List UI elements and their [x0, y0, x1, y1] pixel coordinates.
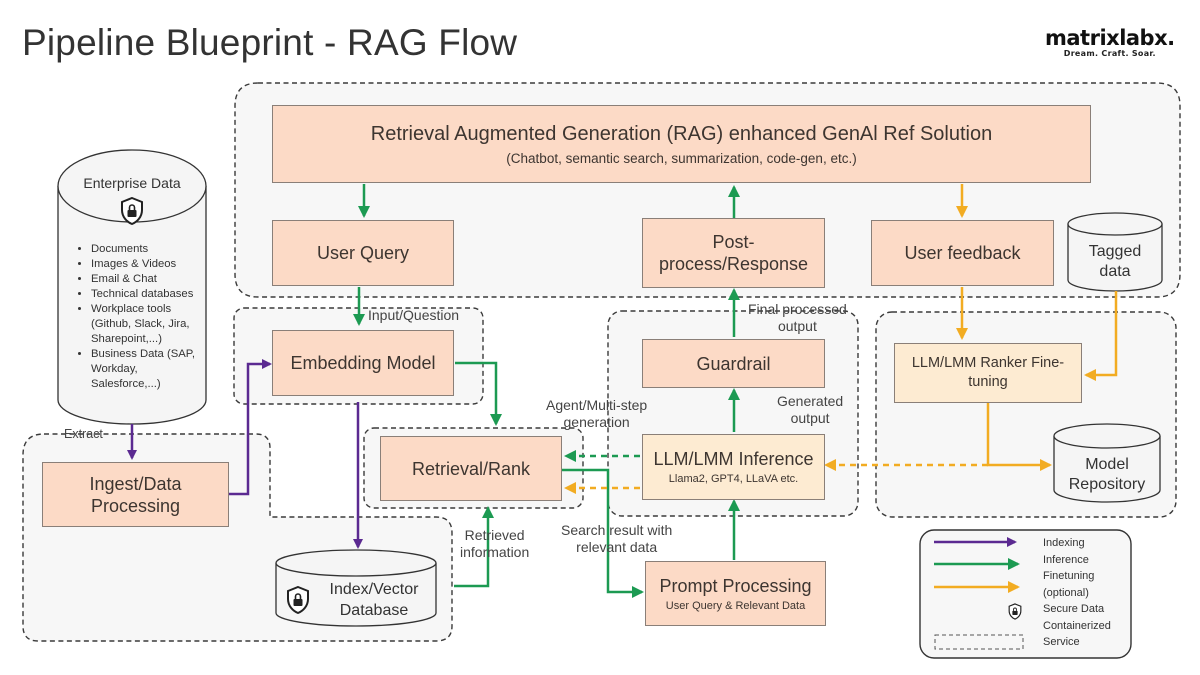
- ingest-box: Ingest/Data Processing: [42, 462, 229, 527]
- index-db-line2: Database: [339, 602, 409, 619]
- tagged-data-line1: Tagged: [1088, 243, 1142, 260]
- legend-labels: Indexing Inference Finetuning (optional)…: [1043, 535, 1111, 651]
- index-secure-icon: [287, 586, 309, 614]
- enterprise-item: Technical databases: [91, 287, 208, 302]
- tagged-data-line2: data: [1099, 263, 1131, 280]
- label-final-output: Final processed output: [748, 301, 847, 335]
- label-extract: Extract: [64, 427, 103, 441]
- label-generated-line1: Generated: [777, 393, 844, 409]
- ingest-line1: Ingest/Data: [89, 473, 182, 494]
- legend-indexing: Indexing: [1043, 537, 1085, 549]
- user-query-label: User Query: [316, 243, 410, 263]
- label-agent-line1: Agent/Multi-step: [546, 397, 648, 413]
- label-retrieved-information: Retrieved information: [460, 527, 529, 561]
- tagged-data-label: Tagged data: [1068, 242, 1162, 282]
- prompt-processing-label: Prompt Processing: [659, 575, 812, 596]
- label-generated-line2: output: [790, 410, 830, 426]
- enterprise-data-list: Documents Images & Videos Email & Chat T…: [78, 242, 208, 392]
- legend-service: Service: [1043, 636, 1080, 648]
- label-retrieved-line1: Retrieved: [464, 527, 525, 543]
- llm-inference-label: LLM/LMM Inference: [653, 449, 814, 469]
- ranker-line1: LLM/LMM Ranker Fine-: [911, 355, 1065, 371]
- legend-finetuning-optional: (optional): [1043, 586, 1089, 599]
- llm-inference-sublabel: Llama2, GPT4, LLaVA etc.: [668, 473, 799, 485]
- enterprise-item: Business Data (SAP, Workday, Salesforce,…: [91, 347, 208, 392]
- post-process-line2: process/Response: [658, 254, 809, 274]
- user-query-box: User Query: [272, 220, 454, 286]
- label-agent-line2: generation: [563, 414, 630, 430]
- prompt-processing-box: Prompt Processing User Query & Relevant …: [645, 561, 826, 626]
- label-generated-output: Generated output: [777, 393, 843, 427]
- enterprise-item: Email & Chat: [91, 272, 208, 287]
- prompt-processing-sublabel: User Query & Relevant Data: [665, 599, 806, 612]
- enterprise-data-title: Enterprise Data: [83, 175, 181, 191]
- llm-inference-box: LLM/LMM Inference Llama2, GPT4, LLaVA et…: [642, 434, 825, 500]
- guardrail-label: Guardrail: [696, 353, 771, 374]
- legend-containerized: Containerized: [1043, 619, 1111, 632]
- user-feedback-box: User feedback: [871, 220, 1054, 286]
- index-db-label: Index/Vector Database: [312, 579, 436, 621]
- label-search-result: Search result with relevant data: [561, 522, 672, 556]
- model-repository-line1: Model: [1085, 456, 1129, 473]
- embedding-model-label: Embedding Model: [290, 353, 436, 373]
- label-retrieved-line2: information: [460, 544, 530, 560]
- legend-secure-data-icon: [1008, 603, 1022, 620]
- ingest-line2: Processing: [90, 495, 181, 516]
- legend-secure-data: Secure Data: [1043, 603, 1105, 615]
- model-repository-line2: Repository: [1068, 476, 1146, 493]
- legend-finetuning: Finetuning: [1043, 570, 1095, 582]
- label-search-line1: Search result with: [561, 522, 673, 538]
- rag-solution-box: Retrieval Augmented Generation (RAG) enh…: [272, 105, 1091, 183]
- rag-solution-title: Retrieval Augmented Generation (RAG) enh…: [370, 122, 993, 145]
- enterprise-item: Workplace tools (Github, Slack, Jira, Sh…: [91, 302, 208, 347]
- enterprise-secure-icon: [121, 197, 143, 225]
- label-final-output-line2: output: [777, 318, 817, 334]
- label-search-line2: relevant data: [576, 539, 658, 555]
- embedding-model-box: Embedding Model: [272, 330, 454, 396]
- enterprise-item: Documents: [91, 242, 208, 257]
- label-input-question: Input/Question: [368, 307, 460, 323]
- label-final-output-line1: Final processed: [748, 301, 847, 317]
- user-feedback-label: User feedback: [904, 243, 1021, 263]
- label-agent-multistep: Agent/Multi-step generation: [546, 397, 647, 431]
- post-process-line1: Post-: [712, 232, 755, 252]
- index-db-line1: Index/Vector: [329, 581, 419, 598]
- retrieval-rank-label: Retrieval/Rank: [411, 458, 531, 479]
- legend-inference: Inference: [1043, 553, 1089, 566]
- ranker-line2: tuning: [968, 374, 1008, 390]
- retrieval-rank-box: Retrieval/Rank: [380, 436, 562, 501]
- guardrail-box: Guardrail: [642, 339, 825, 388]
- rag-solution-subtitle: (Chatbot, semantic search, summarization…: [506, 150, 857, 166]
- enterprise-item: Images & Videos: [91, 257, 208, 272]
- post-process-box: Post- process/Response: [642, 218, 825, 288]
- ranker-finetuning-box: LLM/LMM Ranker Fine- tuning: [894, 343, 1082, 403]
- model-repository-label: Model Repository: [1054, 455, 1160, 495]
